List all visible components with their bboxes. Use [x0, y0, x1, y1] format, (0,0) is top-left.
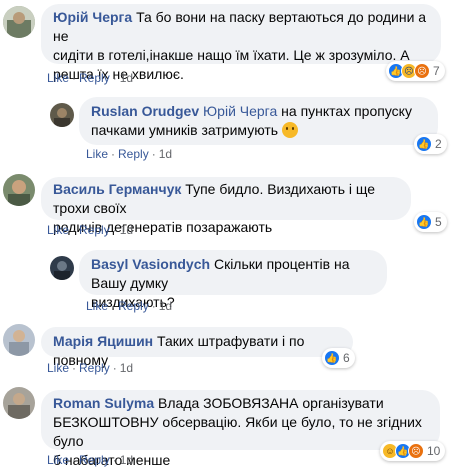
reactions-summary[interactable]: 👍 ☹ ☹ 7: [386, 61, 445, 81]
reaction-count: 10: [427, 444, 441, 458]
like-button[interactable]: Like: [86, 299, 108, 313]
reaction-count: 2: [435, 137, 442, 151]
like-icon: 👍: [324, 350, 340, 366]
reaction-count: 7: [433, 64, 440, 78]
angry-icon: ☹: [414, 63, 430, 79]
comment-text: сидіти в готелі,інакше нащо їм їхати. Це…: [53, 47, 410, 63]
timestamp[interactable]: 1d: [159, 299, 172, 313]
reactions-summary[interactable]: 👍 5: [414, 212, 447, 232]
reactions-summary[interactable]: 👍 2: [414, 134, 447, 154]
reactions-summary[interactable]: 👍 6: [322, 348, 355, 368]
reply-button[interactable]: Reply: [79, 71, 110, 85]
comment-actions: Like · Reply · 1d: [86, 147, 173, 161]
avatar-image: [3, 324, 35, 356]
comment-actions: Like · Reply · 1d: [47, 453, 134, 467]
avatar[interactable]: [50, 103, 74, 127]
like-button[interactable]: Like: [47, 223, 69, 237]
reply-button[interactable]: Reply: [118, 299, 149, 313]
timestamp[interactable]: 1d: [120, 223, 133, 237]
comment-bubble: Roman Sulyma Влада ЗОБОВЯЗАНА організува…: [41, 390, 440, 468]
surprised-emoji-icon: [281, 122, 298, 138]
avatar[interactable]: [3, 174, 35, 206]
avatar-image: [3, 387, 35, 419]
avatar[interactable]: [50, 256, 74, 280]
like-button[interactable]: Like: [47, 71, 69, 85]
comment-author[interactable]: Марія Яцишин: [53, 333, 153, 349]
comment-actions: Like · Reply · 1d: [47, 223, 134, 237]
reply-button[interactable]: Reply: [79, 223, 110, 237]
comment-author[interactable]: Basyl Vasiondych: [91, 256, 210, 272]
comment-bubble: Юрій Черга Та бо вони на паску вертаютьс…: [41, 4, 441, 82]
comment-author[interactable]: Юрій Черга: [53, 9, 132, 25]
reaction-count: 5: [435, 215, 442, 229]
avatar-image: [50, 256, 74, 280]
timestamp[interactable]: 1d: [159, 147, 172, 161]
avatar[interactable]: [3, 324, 35, 356]
like-button[interactable]: Like: [86, 147, 108, 161]
avatar-image: [3, 6, 35, 38]
avatar-image: [50, 103, 74, 127]
comment-actions: Like · Reply · 1d: [86, 299, 173, 313]
reply-button[interactable]: Reply: [79, 453, 110, 467]
angry-icon: ☹: [408, 443, 424, 459]
comment-actions: Like · Reply · 1d: [47, 361, 134, 375]
comment-bubble: Марія Яцишин Таких штрафувати і по повно…: [41, 327, 353, 368]
comment-text: на пунктах пропуску: [281, 103, 412, 119]
comment-text: Влада ЗОБОВЯЗАНА організувати: [158, 395, 384, 411]
mention-link[interactable]: Юрій Черга: [203, 103, 277, 119]
reply-button[interactable]: Reply: [118, 147, 149, 161]
comment-bubble: Ruslan Orudgev Юрій Черга на пунктах про…: [79, 97, 438, 145]
like-icon: 👍: [416, 136, 432, 152]
reactions-summary[interactable]: ☺ 👍 ☹ 10: [380, 441, 446, 461]
avatar-image: [3, 174, 35, 206]
comment-bubble: Василь Германчук Тупе бидло. Виздихають …: [41, 177, 411, 235]
comment-text: пачками умників затримують: [91, 122, 279, 138]
timestamp[interactable]: 1d: [120, 71, 133, 85]
avatar[interactable]: [3, 6, 35, 38]
comment-author[interactable]: Василь Германчук: [53, 181, 181, 197]
comment-author[interactable]: Ruslan Orudgev: [91, 103, 199, 119]
comment-author[interactable]: Roman Sulyma: [53, 395, 154, 411]
like-button[interactable]: Like: [47, 361, 69, 375]
comment-actions: Like · Reply · 1d: [47, 71, 134, 85]
comment-text: БЕЗКОШТОВНУ обсервацію. Якби це було, то…: [53, 414, 422, 449]
like-icon: 👍: [416, 214, 432, 230]
timestamp[interactable]: 1d: [120, 361, 133, 375]
avatar[interactable]: [3, 387, 35, 419]
timestamp[interactable]: 1d: [120, 453, 133, 467]
comment-bubble: Basyl Vasiondych Скільки процентів на Ва…: [79, 250, 387, 310]
like-button[interactable]: Like: [47, 453, 69, 467]
reply-button[interactable]: Reply: [79, 361, 110, 375]
reaction-count: 6: [343, 351, 350, 365]
